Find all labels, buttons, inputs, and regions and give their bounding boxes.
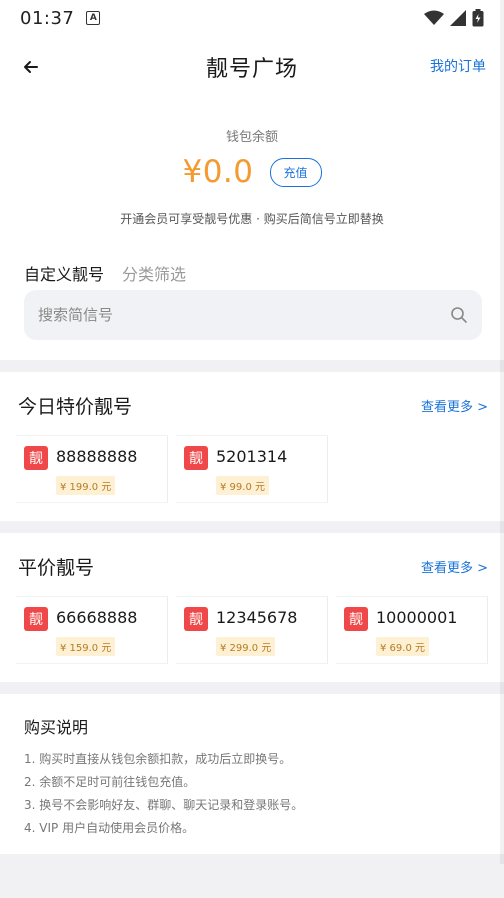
purchase-item: 3. 换号不会影响好友、群聊、聊天记录和登录账号。 (24, 798, 304, 812)
price-tag: ¥ 99.0 元 (216, 476, 269, 495)
today-more-link[interactable]: 查看更多 > (421, 396, 488, 415)
number-card[interactable]: 靓 12345678 ¥ 299.0 元 (176, 596, 328, 664)
balance-row: ¥0.0 充值 (0, 154, 504, 190)
wallet-label: 钱包余额 (225, 130, 278, 145)
app-header: 靓号广场 我的订单 (0, 36, 504, 98)
wallet-balance: ¥0.0 (182, 154, 254, 190)
price-tag: ¥ 159.0 元 (56, 637, 116, 656)
search-icon[interactable] (450, 306, 468, 324)
wifi-icon (424, 10, 444, 25)
price-tag: ¥ 299.0 元 (216, 637, 276, 656)
number-card[interactable]: 靓 10000001 ¥ 69.0 元 (336, 596, 488, 664)
pretty-badge: 靓 (184, 607, 208, 631)
pretty-badge: 靓 (24, 446, 48, 470)
purchase-item: 2. 余额不足时可前往钱包充值。 (24, 775, 196, 789)
tab-custom-number[interactable]: 自定义靓号 (24, 261, 104, 285)
price-tag: ¥ 199.0 元 (56, 476, 116, 495)
flat-more-link[interactable]: 查看更多 > (421, 557, 488, 576)
search-box[interactable] (24, 290, 482, 340)
purchase-instructions: 购买说明 1. 购买时直接从钱包余额扣款，成功后立即换号。 2. 余额不足时可前… (0, 694, 504, 854)
pretty-badge: 靓 (24, 607, 48, 631)
scrollbar[interactable] (500, 0, 504, 864)
recharge-button[interactable]: 充值 (269, 157, 322, 187)
number-text: 5201314 (216, 447, 288, 466)
my-orders-link[interactable]: 我的订单 (430, 56, 486, 76)
filter-tabs: 自定义靓号 分类筛选 (24, 261, 186, 285)
arrow-left-icon (24, 61, 38, 73)
number-text: 88888888 (56, 447, 138, 466)
purchase-item: 4. VIP 用户自动使用会员价格。 (24, 821, 195, 835)
search-input[interactable] (38, 306, 450, 324)
number-card[interactable]: 靓 66668888 ¥ 159.0 元 (16, 596, 168, 664)
today-specials-section: 今日特价靓号 查看更多 > 靓 88888888 ¥ 199.0 元 靓 520… (0, 372, 504, 521)
purchase-item: 1. 购买时直接从钱包余额扣款，成功后立即换号。 (24, 752, 292, 766)
today-card-list: 靓 88888888 ¥ 199.0 元 靓 5201314 ¥ 99.0 元 (16, 435, 336, 503)
status-time: 01:37 (20, 7, 75, 29)
signal-icon (450, 10, 466, 26)
number-text: 66668888 (56, 608, 138, 627)
number-text: 12345678 (216, 608, 298, 627)
pretty-badge: 靓 (344, 607, 368, 631)
vip-tip: 开通会员可享受靓号优惠 · 购买后简信号立即替换 (120, 212, 384, 226)
purchase-title: 购买说明 (24, 718, 89, 737)
status-bar: 01:37 A (0, 0, 504, 36)
back-button[interactable] (18, 54, 44, 80)
page-title: 靓号广场 (205, 57, 298, 82)
notification-icon: A (86, 11, 101, 25)
number-card[interactable]: 靓 88888888 ¥ 199.0 元 (16, 435, 168, 503)
flat-card-list: 靓 66668888 ¥ 159.0 元 靓 12345678 ¥ 299.0 … (16, 596, 496, 664)
flat-price-section: 平价靓号 查看更多 > 靓 66668888 ¥ 159.0 元 靓 12345… (0, 533, 504, 682)
price-tag: ¥ 69.0 元 (376, 637, 429, 656)
battery-icon (472, 9, 484, 27)
status-icons (424, 9, 484, 27)
pretty-badge: 靓 (184, 446, 208, 470)
wallet-card: 钱包余额 ¥0.0 充值 开通会员可享受靓号优惠 · 购买后简信号立即替换 自定… (0, 98, 504, 360)
section-title: 平价靓号 (18, 557, 95, 579)
purchase-list: 1. 购买时直接从钱包余额扣款，成功后立即换号。 2. 余额不足时可前往钱包充值… (24, 748, 303, 840)
number-card[interactable]: 靓 5201314 ¥ 99.0 元 (176, 435, 328, 503)
number-text: 10000001 (376, 608, 458, 627)
tab-category-filter[interactable]: 分类筛选 (122, 261, 186, 285)
section-title: 今日特价靓号 (18, 396, 133, 418)
